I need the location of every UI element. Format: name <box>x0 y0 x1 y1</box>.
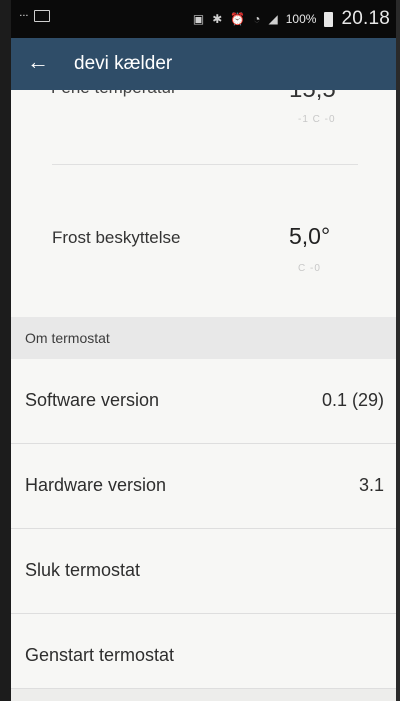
turn-off-thermostat-row[interactable]: Sluk termostat <box>11 529 396 614</box>
section-header-label: Om termostat <box>25 330 110 346</box>
image-icon <box>34 10 51 22</box>
page-title: devi kælder <box>74 53 173 74</box>
temperature-setting-label: Fene temperatur <box>51 90 177 98</box>
phone-screen: ᐧᐧᐧ ▣ ✱ ⏰ ◔ ◢ 100% 20.18 ← devi kælder F… <box>11 0 396 701</box>
frost-protection-row[interactable]: Frost beskyttelse 5,0° C -0 <box>11 210 396 280</box>
settings-content: Fene temperatur 15,5 -1 C -0 Frost besky… <box>11 90 396 701</box>
hardware-version-label: Hardware version <box>25 475 167 495</box>
signal-icon: ◢ <box>268 12 278 26</box>
hardware-version-row: Hardware version 3.1 <box>11 444 396 529</box>
wifi-icon: ◔ <box>253 12 261 26</box>
hardware-version-value: 3.1 <box>358 475 384 495</box>
section-header-about: Om termostat <box>11 317 396 359</box>
software-version-row: Software version 0.1 (29) <box>11 359 396 444</box>
notification-icon: ᐧᐧᐧ <box>19 9 29 23</box>
turn-off-thermostat-label: Sluk termostat <box>25 560 141 580</box>
frost-protection-sub: C -0 <box>298 263 321 274</box>
temperature-setting-row[interactable]: Fene temperatur 15,5 -1 C -0 <box>11 90 396 130</box>
bluetooth-icon: ✱ <box>212 12 223 26</box>
battery-icon <box>324 11 334 27</box>
clock: 20.18 <box>341 8 390 29</box>
restart-thermostat-row[interactable]: Genstart termostat <box>11 614 396 689</box>
alarm-icon: ⏰ <box>230 12 246 26</box>
battery-percentage: 100% <box>285 12 317 26</box>
status-bar: ᐧᐧᐧ ▣ ✱ ⏰ ◔ ◢ 100% 20.18 <box>11 0 396 38</box>
software-version-value: 0.1 (29) <box>321 390 384 410</box>
frost-protection-value: 5,0° <box>289 223 331 249</box>
cast-icon: ▣ <box>192 12 205 26</box>
app-bar: ← devi kælder <box>11 38 396 90</box>
status-left-icons: ᐧᐧᐧ <box>19 9 51 23</box>
temperature-setting-sub: -1 C -0 <box>298 114 336 125</box>
device-bezel-right <box>396 0 400 701</box>
software-version-label: Software version <box>25 390 160 410</box>
back-arrow-icon[interactable]: ← <box>27 49 49 75</box>
temperature-setting-value: 15,5 <box>289 90 336 104</box>
divider <box>52 164 358 165</box>
status-right-icons: ▣ ✱ ⏰ ◔ ◢ 100% 20.18 <box>193 8 390 30</box>
frost-protection-label: Frost beskyttelse <box>52 228 181 247</box>
bottom-strip <box>11 689 396 701</box>
device-bezel-left <box>0 0 11 701</box>
restart-thermostat-label: Genstart termostat <box>25 645 175 665</box>
